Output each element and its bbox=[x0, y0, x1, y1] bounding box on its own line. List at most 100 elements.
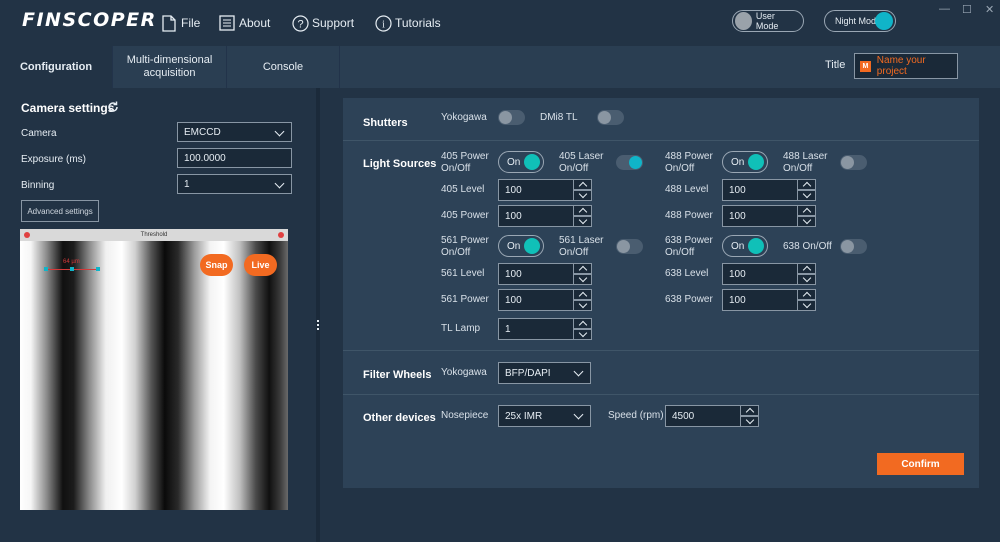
chevron-down-icon bbox=[573, 366, 584, 377]
separator bbox=[343, 394, 979, 395]
other-devices-title: Other devices bbox=[363, 412, 436, 424]
power-488-input[interactable]: 100 bbox=[722, 205, 798, 227]
close-button[interactable]: ✕ bbox=[985, 3, 994, 16]
power-638-stepper[interactable] bbox=[797, 289, 816, 311]
camera-select-value: EMCCD bbox=[184, 126, 221, 138]
onoff-638-label: 638 On/Off bbox=[783, 241, 832, 252]
camera-view[interactable]: Threshold 64 µm Snap Live bbox=[20, 229, 288, 510]
confirm-button[interactable]: Confirm bbox=[877, 453, 964, 475]
camera-select[interactable]: EMCCD bbox=[177, 122, 292, 142]
level-405-stepper[interactable] bbox=[573, 179, 592, 201]
project-badge-icon: M bbox=[860, 60, 871, 72]
level-561-stepper[interactable] bbox=[573, 263, 592, 285]
live-button[interactable]: Live bbox=[244, 254, 277, 276]
tab-console[interactable]: Console bbox=[227, 46, 340, 88]
menu-tutorials[interactable]: i Tutorials bbox=[374, 12, 441, 34]
filter-yokogawa-select[interactable]: BFP/DAPI bbox=[498, 362, 591, 384]
level-561-label: 561 Level bbox=[441, 268, 485, 279]
menu-file[interactable]: File bbox=[160, 12, 200, 34]
level-488-stepper[interactable] bbox=[797, 179, 816, 201]
power-561-stepper[interactable] bbox=[573, 289, 592, 311]
tl-lamp-input[interactable]: 1 bbox=[498, 318, 574, 340]
laser-488-toggle[interactable] bbox=[840, 155, 867, 170]
level-405-input[interactable]: 100 bbox=[498, 179, 574, 201]
decrement-icon[interactable] bbox=[573, 329, 592, 340]
level-638-input[interactable]: 100 bbox=[722, 263, 798, 285]
filter-wheels-title: Filter Wheels bbox=[363, 369, 432, 381]
maximize-button[interactable]: ☐ bbox=[962, 3, 972, 16]
grip-dot bbox=[317, 320, 319, 322]
shutter-yokogawa-label: Yokogawa bbox=[441, 112, 487, 123]
level-488-label: 488 Level bbox=[665, 184, 709, 195]
decrement-icon[interactable] bbox=[573, 216, 592, 227]
speed-stepper[interactable] bbox=[740, 405, 759, 427]
power-638-value-label: 638 Power bbox=[665, 294, 713, 305]
svg-text:i: i bbox=[382, 19, 385, 30]
decrement-icon[interactable] bbox=[573, 300, 592, 311]
level-488-input[interactable]: 100 bbox=[722, 179, 798, 201]
project-name-field[interactable]: M Name your project bbox=[854, 53, 958, 79]
exposure-input[interactable]: 100.0000 bbox=[177, 148, 292, 168]
level-405-label: 405 Level bbox=[441, 184, 485, 195]
nosepiece-select[interactable]: 25x IMR bbox=[498, 405, 591, 427]
decrement-icon[interactable] bbox=[573, 274, 592, 285]
power-488-value-label: 488 Power bbox=[665, 210, 713, 221]
level-561-input[interactable]: 100 bbox=[498, 263, 574, 285]
power-405-value-label: 405 Power bbox=[441, 210, 489, 221]
tab-multi-dimensional-acquisition[interactable]: Multi-dimensional acquisition bbox=[113, 46, 227, 88]
camera-view-title: Threshold bbox=[140, 232, 168, 238]
device-settings-card: Shutters Yokogawa DMi8 TL Light Sources … bbox=[343, 98, 979, 488]
power-638-switch[interactable]: On bbox=[722, 235, 768, 257]
laser-405-toggle[interactable] bbox=[616, 155, 643, 170]
scale-handle[interactable] bbox=[70, 267, 74, 271]
tab-configuration[interactable]: Configuration bbox=[0, 46, 113, 88]
minimize-button[interactable]: — bbox=[939, 3, 950, 15]
user-mode-label: User Mode bbox=[755, 11, 779, 31]
power-405-input[interactable]: 100 bbox=[498, 205, 574, 227]
decrement-icon[interactable] bbox=[797, 274, 816, 285]
close-dot-icon[interactable] bbox=[278, 232, 284, 238]
onoff-638-toggle[interactable] bbox=[840, 239, 867, 254]
power-638-input[interactable]: 100 bbox=[722, 289, 798, 311]
tab-bar: Configuration Multi-dimensional acquisit… bbox=[0, 46, 1000, 88]
power-488-switch[interactable]: On bbox=[722, 151, 768, 173]
laser-561-toggle[interactable] bbox=[616, 239, 643, 254]
advanced-settings-button[interactable]: Advanced settings bbox=[21, 200, 99, 222]
power-488-label: 488 Power On/Off bbox=[665, 151, 713, 174]
filter-yokogawa-label: Yokogawa bbox=[441, 367, 487, 378]
night-mode-toggle[interactable]: Night Mode bbox=[824, 10, 896, 32]
menu-about[interactable]: About bbox=[218, 12, 270, 34]
binning-select[interactable]: 1 bbox=[177, 174, 292, 194]
shutter-dmi8-toggle[interactable] bbox=[597, 110, 624, 125]
level-638-stepper[interactable] bbox=[797, 263, 816, 285]
decrement-icon[interactable] bbox=[573, 190, 592, 201]
panel-divider[interactable] bbox=[316, 88, 320, 542]
grip-dot bbox=[317, 328, 319, 330]
user-mode-toggle[interactable]: User Mode bbox=[732, 10, 804, 32]
power-405-stepper[interactable] bbox=[573, 205, 592, 227]
decrement-icon[interactable] bbox=[740, 416, 759, 427]
shutter-dmi8-label: DMi8 TL bbox=[540, 112, 578, 123]
speed-input[interactable]: 4500 bbox=[665, 405, 741, 427]
question-icon: ? bbox=[291, 14, 309, 32]
svg-text:?: ? bbox=[297, 18, 303, 30]
stripe-image bbox=[20, 241, 288, 510]
info-icon: i bbox=[374, 14, 392, 32]
power-488-stepper[interactable] bbox=[797, 205, 816, 227]
power-561-switch[interactable]: On bbox=[498, 235, 544, 257]
menu-support[interactable]: ? Support bbox=[291, 12, 354, 34]
snap-button[interactable]: Snap bbox=[200, 254, 233, 276]
tl-lamp-stepper[interactable] bbox=[573, 318, 592, 340]
decrement-icon[interactable] bbox=[797, 190, 816, 201]
scale-label: 64 µm bbox=[63, 259, 80, 265]
refresh-icon[interactable] bbox=[107, 100, 119, 118]
scale-handle[interactable] bbox=[96, 267, 100, 271]
document-list-icon bbox=[218, 14, 236, 32]
power-405-switch[interactable]: On bbox=[498, 151, 544, 173]
decrement-icon[interactable] bbox=[797, 300, 816, 311]
decrement-icon[interactable] bbox=[797, 216, 816, 227]
power-561-input[interactable]: 100 bbox=[498, 289, 574, 311]
shutter-yokogawa-toggle[interactable] bbox=[498, 110, 525, 125]
top-bar: FINSCOPER File About ? Support i Tutoria… bbox=[0, 0, 1000, 46]
scale-handle[interactable] bbox=[44, 267, 48, 271]
